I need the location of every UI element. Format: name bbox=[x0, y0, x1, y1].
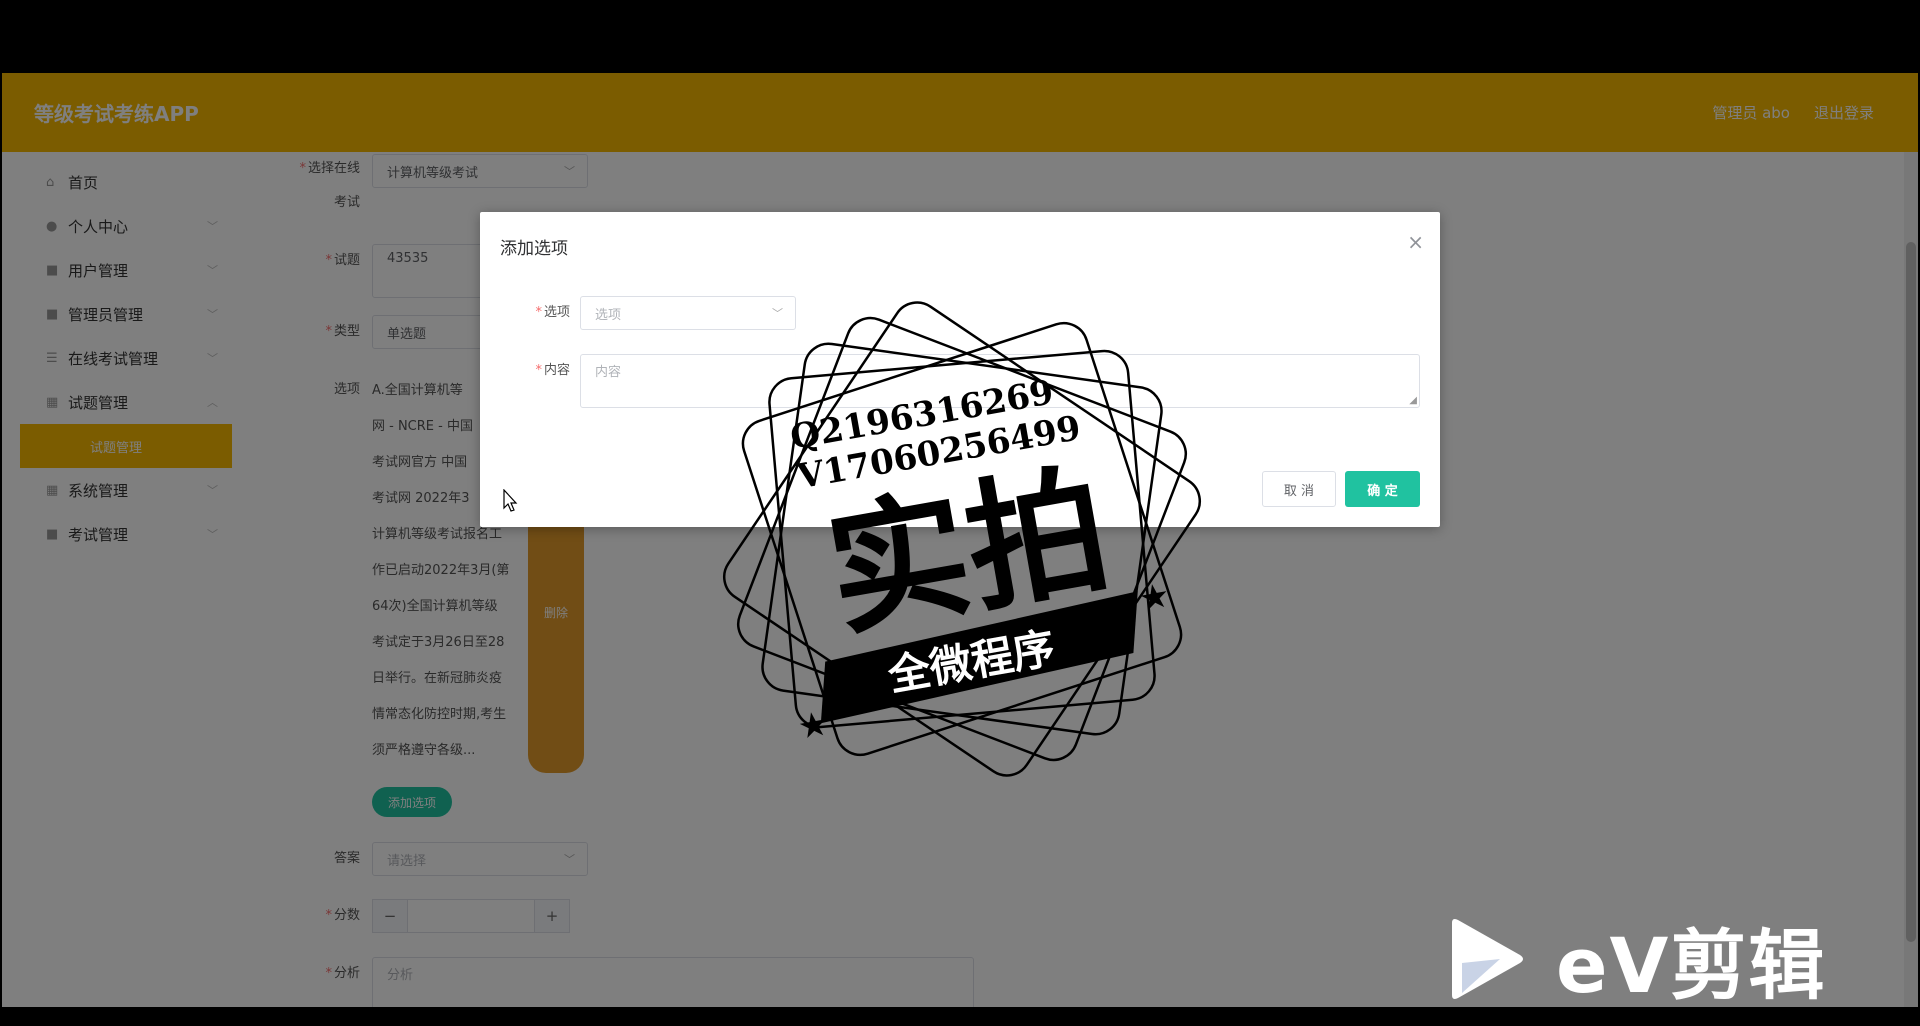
video-letterbox bbox=[0, 0, 1920, 73]
resize-grip-icon[interactable]: ◢ bbox=[1409, 395, 1417, 406]
ev-editor-watermark: eV剪辑 bbox=[1446, 904, 1826, 1014]
dialog-title: 添加选项 bbox=[500, 239, 568, 259]
cancel-button[interactable]: 取 消 bbox=[1262, 471, 1336, 507]
dialog-option-label: * 选项 bbox=[535, 305, 570, 320]
mouse-cursor-icon bbox=[503, 489, 518, 512]
play-icon bbox=[1452, 919, 1523, 999]
ev-logo-text: eV剪辑 bbox=[1556, 921, 1827, 1010]
watermark-stamp: Q2196316269 V17060256499 实拍 全微程序 ★ ★ bbox=[722, 301, 1202, 777]
close-icon[interactable]: × bbox=[1407, 230, 1424, 254]
confirm-button[interactable]: 确 定 bbox=[1345, 471, 1420, 507]
star-icon: ★ bbox=[1136, 575, 1173, 620]
dialog-content-label: * 内容 bbox=[535, 363, 570, 378]
